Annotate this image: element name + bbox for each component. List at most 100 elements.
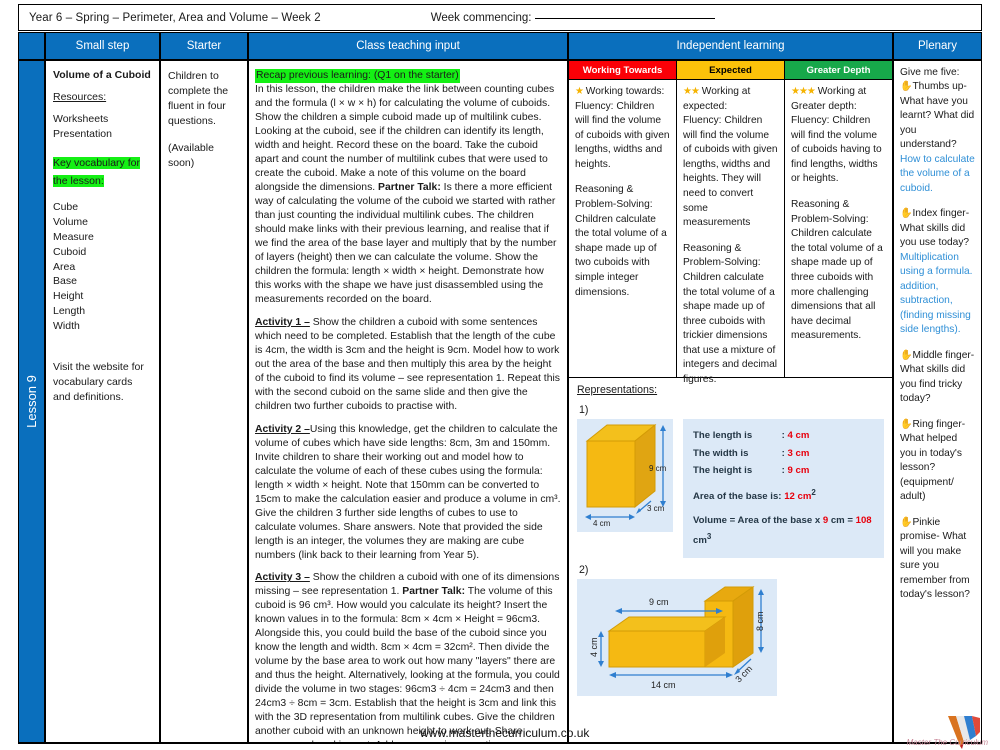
activity-1-label: Activity 1 – xyxy=(255,316,310,328)
vocabulary-item: Cuboid xyxy=(53,245,87,258)
base-area-label: Area of the base is: xyxy=(693,491,782,503)
vocabulary-item: Base xyxy=(53,275,77,288)
column-header-small-step: Small step xyxy=(45,32,160,60)
week-commencing-label: Week commencing: xyxy=(430,11,532,24)
independent-learning-cell: Working Towards ★ Working towards: Fluen… xyxy=(568,60,893,743)
plenary-prompt: Pinkie promise- What will you make sure … xyxy=(900,516,970,600)
recap-highlight: Recap previous learning: (Q1 on the star… xyxy=(255,69,460,83)
svg-text:3 cm: 3 cm xyxy=(647,504,665,513)
plenary-prompt: Middle finger- What skills did you find … xyxy=(900,349,975,405)
week-commencing-field: Week commencing: xyxy=(321,12,716,24)
greater-depth-column: Greater Depth ★★★ Working at Greater dep… xyxy=(784,60,893,378)
independent-learning-columns: Working Towards ★ Working towards: Fluen… xyxy=(568,60,893,385)
representations-section: Representations: 1) 9 cm 4 cm 3 cm The l… xyxy=(568,378,893,743)
cuboid-diagram: 9 cm 4 cm 3 cm xyxy=(585,423,667,528)
svg-text:9 cm: 9 cm xyxy=(649,464,667,473)
info-volume-row: Volume = Area of the base x 9 cm = 108 c… xyxy=(693,512,874,550)
expected-body: ★★ Working at expected: Fluency: Childre… xyxy=(677,80,784,393)
length-colon: : xyxy=(781,430,785,441)
representation-1: 9 cm 4 cm 3 cm The length is : 4 cm The … xyxy=(577,419,884,558)
width-value: 3 cm xyxy=(787,447,810,459)
greater-depth-heading: Greater Depth xyxy=(785,61,892,80)
height-value: 9 cm xyxy=(787,465,810,477)
vocabulary-item: Measure xyxy=(53,230,94,243)
small-step-footer-note: Visit the website for vocabulary cards a… xyxy=(53,361,144,403)
composite-solid-figure: 9 cm 4 cm 8 cm 14 cm 3 cm xyxy=(577,578,777,696)
lesson-number-label: Lesson 9 xyxy=(24,375,40,428)
height-label: The height is xyxy=(693,465,753,477)
greater-depth-fluency: Fluency: Children will find the volume o… xyxy=(791,115,882,185)
representation-2: 2) 9 cm 4 cm 8 cm 14 cm 3 cm xyxy=(577,564,884,696)
hand-icon: ✋ xyxy=(900,349,913,361)
plenary-prompt: Ring finger- What helped you in today's … xyxy=(900,418,966,503)
working-towards-fluency: Fluency: Children will find the volume o… xyxy=(575,100,670,170)
greater-depth-reasoning: Reasoning & Problem-Solving: Children ca… xyxy=(791,199,883,342)
info-length-row: The length is : 4 cm xyxy=(693,427,874,445)
svg-text:3 cm: 3 cm xyxy=(733,663,754,684)
info-base-area-row: Area of the base is: 12 cm2 xyxy=(693,486,874,506)
header-spacer xyxy=(18,32,45,60)
length-label: The length is xyxy=(693,430,753,441)
key-vocabulary-heading: Key vocabulary for the lesson: xyxy=(53,156,140,187)
column-header-starter: Starter xyxy=(160,32,248,60)
small-step-cell: Volume of a Cuboid Resources: Worksheets… xyxy=(45,60,160,743)
intro-continued: Is there a more efficient way of calcula… xyxy=(255,181,557,305)
column-header-plenary: Plenary xyxy=(893,32,982,60)
plenary-prompt: Thumbs up- What have you learnt? What di… xyxy=(900,81,975,151)
greater-depth-body: ★★★ Working at Greater depth: Fluency: C… xyxy=(785,80,892,349)
activity-1-paragraph: Activity 1 – Show the children a cuboid … xyxy=(255,316,561,414)
base-area-value: 12 cm xyxy=(784,491,812,503)
working-towards-heading: Working Towards xyxy=(569,61,676,80)
representation-2-number: 2) xyxy=(579,563,589,576)
svg-text:4 cm: 4 cm xyxy=(593,519,611,527)
volume-value: 108 xyxy=(855,515,872,527)
intro-text: In this lesson, the children make the li… xyxy=(255,84,555,193)
footer-divider xyxy=(18,743,982,744)
vocabulary-item: Volume xyxy=(53,215,89,228)
svg-text:4 cm: 4 cm xyxy=(589,637,599,657)
greater-depth-intro: ★★★ Working at Greater depth: xyxy=(791,86,867,112)
expected-column: Expected ★★ Working at expected: Fluency… xyxy=(676,60,784,385)
starter-paragraph: Children to complete the fluent in four … xyxy=(168,70,229,127)
hand-icon: ✋ xyxy=(900,516,913,528)
column-header-independent-learning: Independent learning xyxy=(568,32,893,60)
footer-website-url[interactable]: www.masterthecurriculum.co.uk xyxy=(420,726,589,740)
info-height-row: The height is : 9 cm xyxy=(693,462,874,480)
vocabulary-item: Height xyxy=(53,290,84,303)
activity-1-text: Show the children a cuboid with some sen… xyxy=(255,316,560,412)
small-step-title: Volume of a Cuboid xyxy=(53,69,151,81)
activity-2-label: Activity 2 – xyxy=(255,423,310,435)
plenary-item: ✋Pinkie promise- What will you make sure… xyxy=(900,516,975,603)
expected-intro: ★★ Working at expected: xyxy=(683,86,751,112)
document-title-bar: Year 6 – Spring – Perimeter, Area and Vo… xyxy=(18,4,982,31)
starter-note: (Available soon) xyxy=(168,141,214,169)
vocabulary-item: Area xyxy=(53,260,76,273)
height-colon: : xyxy=(781,465,785,477)
column-header-class-teaching-input: Class teaching input xyxy=(248,32,568,60)
composite-cuboid-diagram: 9 cm 4 cm 8 cm 14 cm 3 cm xyxy=(589,585,765,690)
vocabulary-item: Width xyxy=(53,320,80,333)
plenary-answer: How to calculate the volume of a cuboid. xyxy=(900,153,975,194)
hand-icon: ✋ xyxy=(900,208,913,220)
width-colon: : xyxy=(781,447,785,459)
volume-prefix: Volume = Area of the base x xyxy=(693,515,823,527)
base-area-unit: 2 xyxy=(811,488,816,498)
representation-1-number: 1) xyxy=(579,404,589,416)
plenary-intro: Give me five: xyxy=(900,67,960,78)
week-commencing-blank[interactable] xyxy=(535,17,716,19)
expected-heading: Expected xyxy=(677,61,784,80)
star-icon: ★★★ xyxy=(791,86,816,97)
logo-wordmark: Master The Curriculum xyxy=(906,738,988,747)
class-teaching-input-cell: Recap previous learning: (Q1 on the star… xyxy=(248,60,568,743)
width-label: The width is xyxy=(693,447,749,459)
length-value: 4 cm xyxy=(787,430,810,441)
volume-unit: cm xyxy=(693,535,707,547)
svg-text:9 cm: 9 cm xyxy=(649,597,669,607)
hand-icon: ✋ xyxy=(900,81,913,93)
cuboid-1-figure: 9 cm 4 cm 3 cm xyxy=(577,419,673,532)
intro-paragraph: In this lesson, the children make the li… xyxy=(255,83,561,307)
representations-title: Representations: xyxy=(577,384,658,396)
star-icon: ★ xyxy=(575,86,584,97)
plenary-item: ✋Middle finger- What skills did you find… xyxy=(900,349,975,407)
expected-fluency: Fluency: Children will find the volume o… xyxy=(683,115,778,229)
